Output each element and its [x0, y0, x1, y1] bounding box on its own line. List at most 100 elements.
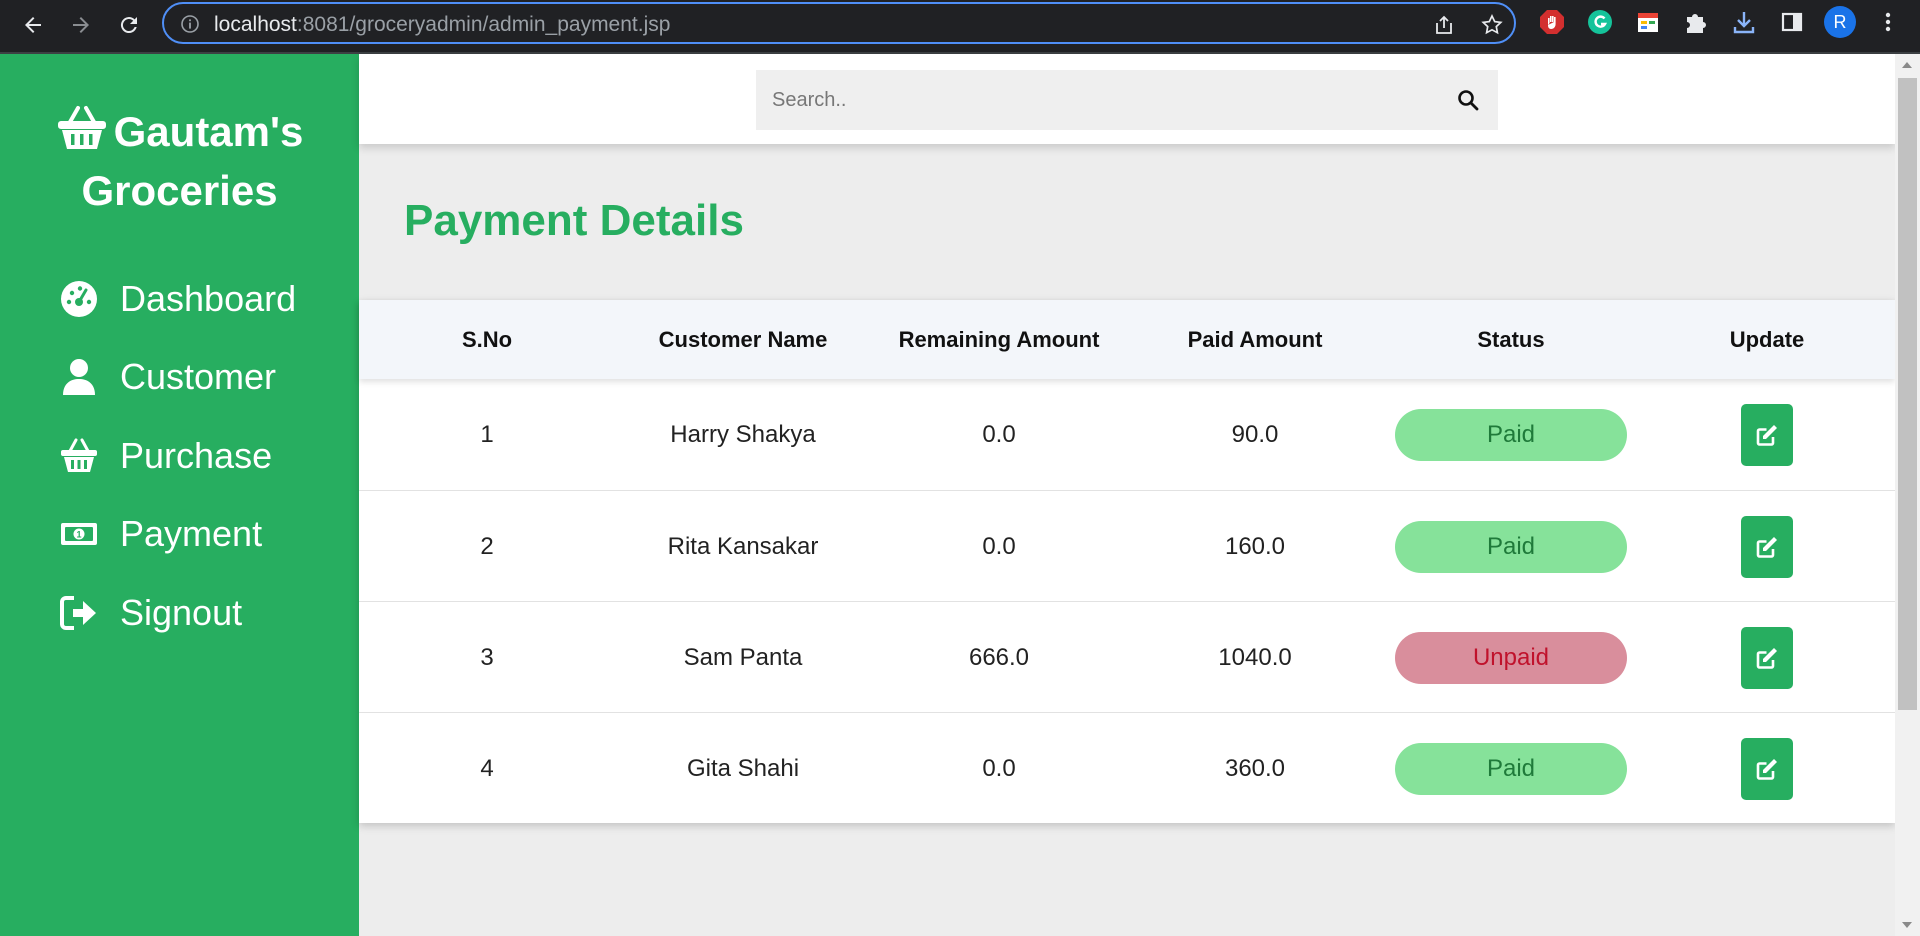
edit-button[interactable] — [1741, 737, 1793, 800]
scroll-thumb[interactable] — [1898, 78, 1917, 710]
signout-icon — [58, 593, 100, 633]
cell-sno: 1 — [480, 420, 494, 448]
side-panel-icon — [1781, 12, 1803, 32]
arrow-right-icon — [73, 17, 89, 33]
calendar-icon — [1638, 13, 1658, 32]
cell-remaining-amount: 666.0 — [968, 643, 1030, 671]
stop-hand-icon — [1540, 10, 1564, 34]
puzzle-icon — [1687, 14, 1706, 33]
search-icon[interactable] — [1456, 88, 1480, 112]
column-header-sno: S.No — [461, 326, 513, 352]
side-panel-button[interactable] — [1778, 8, 1806, 36]
cell-customer-name: Harry Shakya — [670, 420, 816, 448]
column-header-update: Update — [1729, 326, 1805, 352]
money-icon: 1 — [58, 514, 100, 554]
cell-sno: 2 — [480, 532, 494, 560]
browser-menu-button[interactable] — [1874, 8, 1902, 36]
edit-icon — [1756, 647, 1777, 669]
edit-icon — [1756, 536, 1777, 558]
column-header-paid-amount: Paid Amount — [1187, 326, 1323, 352]
cell-remaining-amount: 0.0 — [982, 420, 1016, 448]
cell-paid-amount: 360.0 — [1224, 754, 1286, 782]
sidebar: Gautam's Groceries Dashboard Customer Pu… — [0, 54, 359, 936]
status-badge: Paid — [1395, 520, 1627, 573]
search-input[interactable] — [756, 70, 1436, 130]
column-header-remaining-amount: Remaining Amount — [898, 326, 1100, 352]
payment-table: S.No Customer Name Remaining Amount Paid… — [359, 300, 1895, 823]
kebab-menu-icon — [1885, 12, 1891, 32]
address-bar[interactable]: localhost:8081/groceryadmin/admin_paymen… — [162, 2, 1516, 44]
sidebar-item-dashboard[interactable]: Dashboard — [58, 269, 296, 329]
table-row: 2 Rita Kansakar 0.0 160.0 Paid — [359, 490, 1895, 601]
cell-status: Paid — [1383, 491, 1639, 602]
forward-button[interactable] — [62, 6, 100, 44]
cell-sno: 3 — [480, 643, 494, 671]
cell-sno: 4 — [480, 754, 494, 782]
url-host: localhost — [214, 13, 297, 36]
cell-paid-amount: 1040.0 — [1218, 643, 1292, 671]
arrow-left-icon — [25, 17, 41, 33]
reload-button[interactable] — [110, 6, 148, 44]
status-badge: Paid — [1395, 742, 1627, 795]
bookmark-star-icon[interactable] — [1480, 13, 1504, 37]
share-icon[interactable] — [1432, 13, 1456, 37]
cell-status: Paid — [1383, 379, 1639, 490]
dashboard-icon — [58, 279, 100, 319]
sidebar-item-label: Purchase — [120, 435, 273, 476]
table-header: S.No Customer Name Remaining Amount Paid… — [359, 300, 1895, 379]
table-row: 1 Harry Shakya 0.0 90.0 Paid — [359, 379, 1895, 490]
column-header-customer-name: Customer Name — [658, 326, 828, 352]
url-path: :8081/groceryadmin/admin_payment.jsp — [296, 13, 671, 36]
cell-paid-amount: 90.0 — [1231, 420, 1279, 448]
cell-remaining-amount: 0.0 — [982, 532, 1016, 560]
table-row: 3 Sam Panta 666.0 1040.0 Unpaid — [359, 601, 1895, 712]
sidebar-item-payment[interactable]: 1 Payment — [58, 504, 262, 564]
sidebar-item-label: Signout — [120, 592, 243, 633]
profile-avatar[interactable]: R — [1824, 6, 1856, 38]
browser-toolbar: localhost:8081/groceryadmin/admin_paymen… — [0, 0, 1920, 54]
sidebar-item-label: Payment — [120, 513, 263, 554]
sidebar-item-purchase[interactable]: Purchase — [58, 426, 272, 486]
scroll-up-arrow[interactable] — [1902, 62, 1912, 68]
edit-icon — [1756, 424, 1777, 446]
edit-button[interactable] — [1741, 626, 1793, 689]
basket-logo-icon — [57, 106, 106, 149]
cell-update — [1639, 602, 1895, 713]
cell-status: Unpaid — [1383, 602, 1639, 713]
cell-customer-name: Rita Kansakar — [667, 532, 819, 560]
grammarly-icon — [1588, 10, 1612, 34]
download-icon — [1733, 12, 1755, 34]
cell-status: Paid — [1383, 713, 1639, 824]
page-title: Payment Details — [404, 196, 744, 245]
url-text[interactable]: localhost:8081/groceryadmin/admin_paymen… — [214, 13, 670, 37]
scroll-down-arrow[interactable] — [1902, 922, 1912, 928]
cell-customer-name: Sam Panta — [683, 643, 803, 671]
back-button[interactable] — [14, 6, 52, 44]
brand-logo[interactable]: Gautam's Groceries — [0, 102, 359, 220]
grammarly-extension[interactable] — [1586, 8, 1614, 36]
cell-remaining-amount: 0.0 — [982, 754, 1016, 782]
basket-icon — [58, 436, 100, 476]
brand-name: Gautam's Groceries — [81, 108, 304, 214]
edit-button[interactable] — [1741, 403, 1793, 466]
user-icon — [58, 357, 100, 397]
extensions-button[interactable] — [1682, 8, 1710, 36]
calendar-extension[interactable] — [1634, 8, 1662, 36]
adblock-extension[interactable] — [1538, 8, 1566, 36]
sidebar-item-customer[interactable]: Customer — [58, 347, 276, 407]
edit-button[interactable] — [1741, 515, 1793, 578]
cell-update — [1639, 713, 1895, 824]
sidebar-item-label: Customer — [120, 356, 277, 397]
column-header-status: Status — [1477, 326, 1545, 352]
reload-icon — [120, 17, 137, 34]
sidebar-item-signout[interactable]: Signout — [58, 583, 242, 643]
cell-update — [1639, 379, 1895, 490]
downloads-button[interactable] — [1730, 8, 1758, 36]
page-scrollbar[interactable] — [1895, 54, 1920, 936]
status-badge: Paid — [1395, 408, 1627, 461]
status-badge: Unpaid — [1395, 631, 1627, 684]
search-box — [756, 70, 1498, 130]
cell-paid-amount: 160.0 — [1224, 532, 1286, 560]
cell-customer-name: Gita Shahi — [686, 754, 800, 782]
info-icon[interactable] — [180, 14, 200, 34]
